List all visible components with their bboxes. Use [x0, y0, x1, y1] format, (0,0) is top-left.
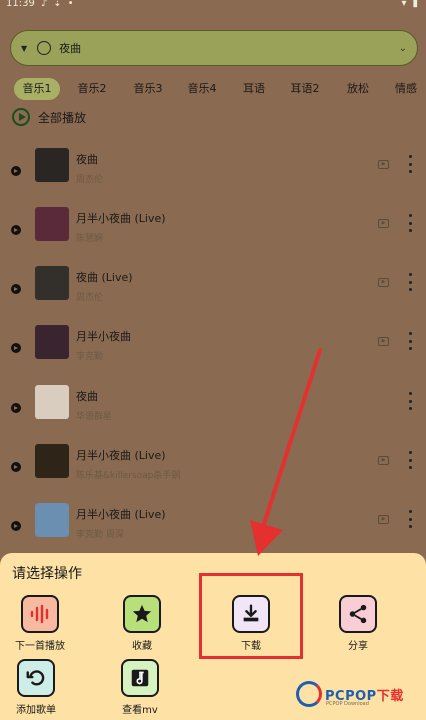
pcpop-logo-icon: [296, 681, 322, 707]
watermark-brand-cn: 下载: [376, 688, 404, 704]
annotation-arrow-icon: [250, 348, 322, 556]
watermark-sub: PCPOP Download: [326, 701, 369, 707]
watermark-logo: PCPOP下载 PCPOP Download: [296, 681, 404, 707]
